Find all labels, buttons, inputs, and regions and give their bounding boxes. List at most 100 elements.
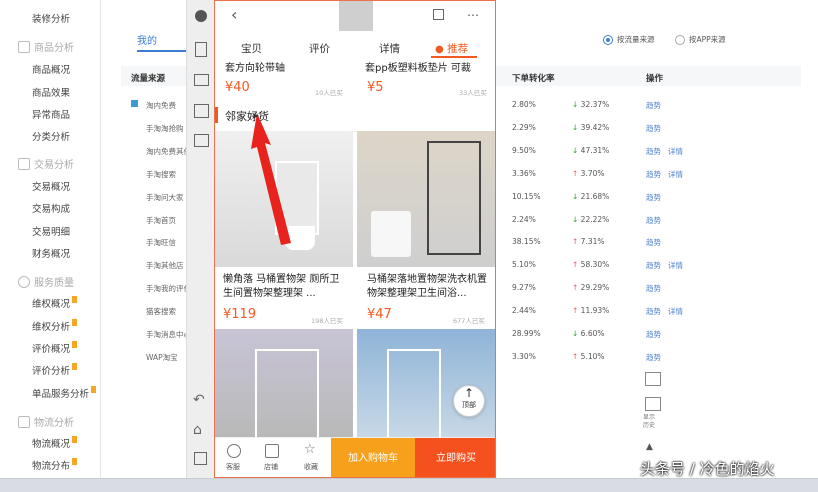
pie-icon[interactable] [195,10,207,22]
new-badge-icon [72,319,78,326]
sidebar-item[interactable]: 维权概况 [32,296,78,310]
prev-title-right: 套pp板塑料板垫片 可裁 [365,63,471,74]
row-rate: 2.24% [512,214,536,224]
prev-price-left: ¥40 [225,80,250,95]
up-triangle-icon[interactable]: ▲ [646,442,653,452]
product-image[interactable] [357,131,495,267]
trend-link[interactable]: 趋势 [646,215,661,226]
shelf-shape [387,349,441,439]
product-price: ¥119 [223,307,257,322]
row-change: 3.70% [572,169,605,178]
tab-mine[interactable]: 我的 [137,32,157,47]
row-rate: 10.15% [512,191,541,201]
home-icon[interactable]: ⌂ [193,422,202,438]
product-title[interactable]: 懒角落 马桶置物架 厕所卫生间置物架整理架 ... [223,273,347,301]
sidebar-item[interactable]: 交易构成 [32,201,70,215]
sidebar-item[interactable]: 评价概况 [32,341,78,355]
sidebar: 装修分析 商品分析 商品概况 商品效果 异常商品 分类分析 交易分析 交易概况 … [0,0,101,478]
cart-small-icon[interactable] [433,9,444,20]
trend-link[interactable]: 趋势 [646,306,661,317]
sidebar-item[interactable]: 财务概况 [32,246,70,260]
back-arrow-icon[interactable]: ‹ [231,5,237,24]
sidebar-item[interactable]: 异常商品 [32,107,70,121]
doc-icon[interactable] [195,42,207,57]
location-icon: ● [435,44,444,55]
sidebar-item[interactable]: 物流概况 [32,436,78,450]
radio-app[interactable]: 按APP来源 [675,34,726,45]
tab-recommend[interactable]: ● 推荐 [435,41,468,56]
sidebar-item[interactable]: 单品服务分析 [32,386,97,400]
sidebar-item[interactable]: 商品效果 [32,85,70,99]
sidebar-group-logistics[interactable]: 物流分析 [18,414,74,429]
product-image[interactable] [357,329,495,439]
row-source: 手淘首页 [146,215,176,225]
detail-link[interactable]: 详情 [668,169,683,180]
image-icon[interactable] [194,74,209,86]
cart-icon [18,157,30,170]
trend-link[interactable]: 趋势 [646,146,661,157]
trend-link[interactable]: 趋势 [646,283,661,294]
product-thumb [339,1,373,31]
new-badge-icon [72,341,78,348]
trend-link[interactable]: 趋势 [646,100,661,111]
radio-checked-icon [603,34,613,45]
sidebar-group-product[interactable]: 商品分析 [18,39,74,54]
sidebar-group-trade[interactable]: 交易分析 [18,156,74,171]
back-icon[interactable]: ↶ [193,392,205,408]
col-source: 流量来源 [131,74,166,84]
product-sold: 198人已买 [311,317,343,325]
row-change: 6.60% [572,329,605,338]
washer-shape [371,211,411,257]
shop-icon[interactable] [265,444,279,458]
service-icon[interactable] [227,444,241,458]
copy-icon[interactable] [194,452,207,465]
row-source: 手淘问大家 [146,192,184,202]
phone-preview: ‹ … 宝贝 评价 详情 ● 推荐 套方向轮带轴 套pp板塑料板垫片 可裁 ¥4… [214,0,496,478]
tab-item[interactable]: 宝贝 [241,41,262,56]
phone-bottom-bar: 客服 店铺 ☆ 收藏 加入购物车 立即购买 [215,437,495,477]
scroll-top-button[interactable]: ↑ 顶部 [453,385,485,417]
tab-review[interactable]: 评价 [309,41,330,56]
row-rate: 2.44% [512,306,536,316]
sidebar-item[interactable]: 交易明细 [32,224,70,238]
trend-link[interactable]: 趋势 [646,237,661,248]
trend-link[interactable]: 趋势 [646,260,661,271]
grid-icon[interactable] [194,104,209,118]
sidebar-item[interactable]: 维权分析 [32,319,78,333]
sidebar-item-decor[interactable]: 装修分析 [32,11,70,25]
detail-link[interactable]: 详情 [668,146,683,157]
detail-link[interactable]: 详情 [668,260,683,271]
sidebar-item[interactable]: 分类分析 [32,129,70,143]
shelf-shape [255,349,319,439]
tab-detail[interactable]: 详情 [379,41,400,56]
trend-link[interactable]: 趋势 [646,123,661,134]
new-badge-icon [91,386,97,393]
sidebar-item[interactable]: 交易概况 [32,179,70,193]
sidebar-group-service[interactable]: 服务质量 [18,274,74,289]
fav-label[interactable]: 收藏 [298,462,324,472]
more-icon[interactable]: … [467,5,479,19]
qr-icon[interactable] [645,372,661,386]
radio-flow[interactable]: 按流量来源 [603,34,655,45]
service-label[interactable]: 客服 [220,462,246,472]
star-icon[interactable]: ☆ [304,442,316,457]
sidebar-item[interactable]: 商品概况 [32,62,70,76]
share-icon[interactable] [194,134,209,147]
trend-link[interactable]: 趋势 [646,169,661,180]
row-change: 11.93% [572,306,610,315]
product-image[interactable] [215,329,353,439]
shop-label[interactable]: 店铺 [258,462,284,472]
product-title[interactable]: 马桶架落地置物架洗衣机置物架整理架卫生间浴... [367,273,491,301]
add-to-cart-button[interactable]: 加入购物车 [331,438,415,477]
trend-link[interactable]: 趋势 [646,352,661,363]
sidebar-item[interactable]: 物流分布 [32,458,78,472]
trend-link[interactable]: 趋势 [646,192,661,203]
sidebar-item[interactable]: 评价分析 [32,363,78,377]
share-box-icon[interactable] [645,397,661,411]
row-rate: 3.36% [512,168,536,178]
trend-link[interactable]: 趋势 [646,329,661,340]
prev-sold-left: 10人已买 [315,89,343,97]
row-source: 淘内免费其他 [146,146,191,156]
buy-now-button[interactable]: 立即购买 [415,438,495,477]
detail-link[interactable]: 详情 [668,306,683,317]
